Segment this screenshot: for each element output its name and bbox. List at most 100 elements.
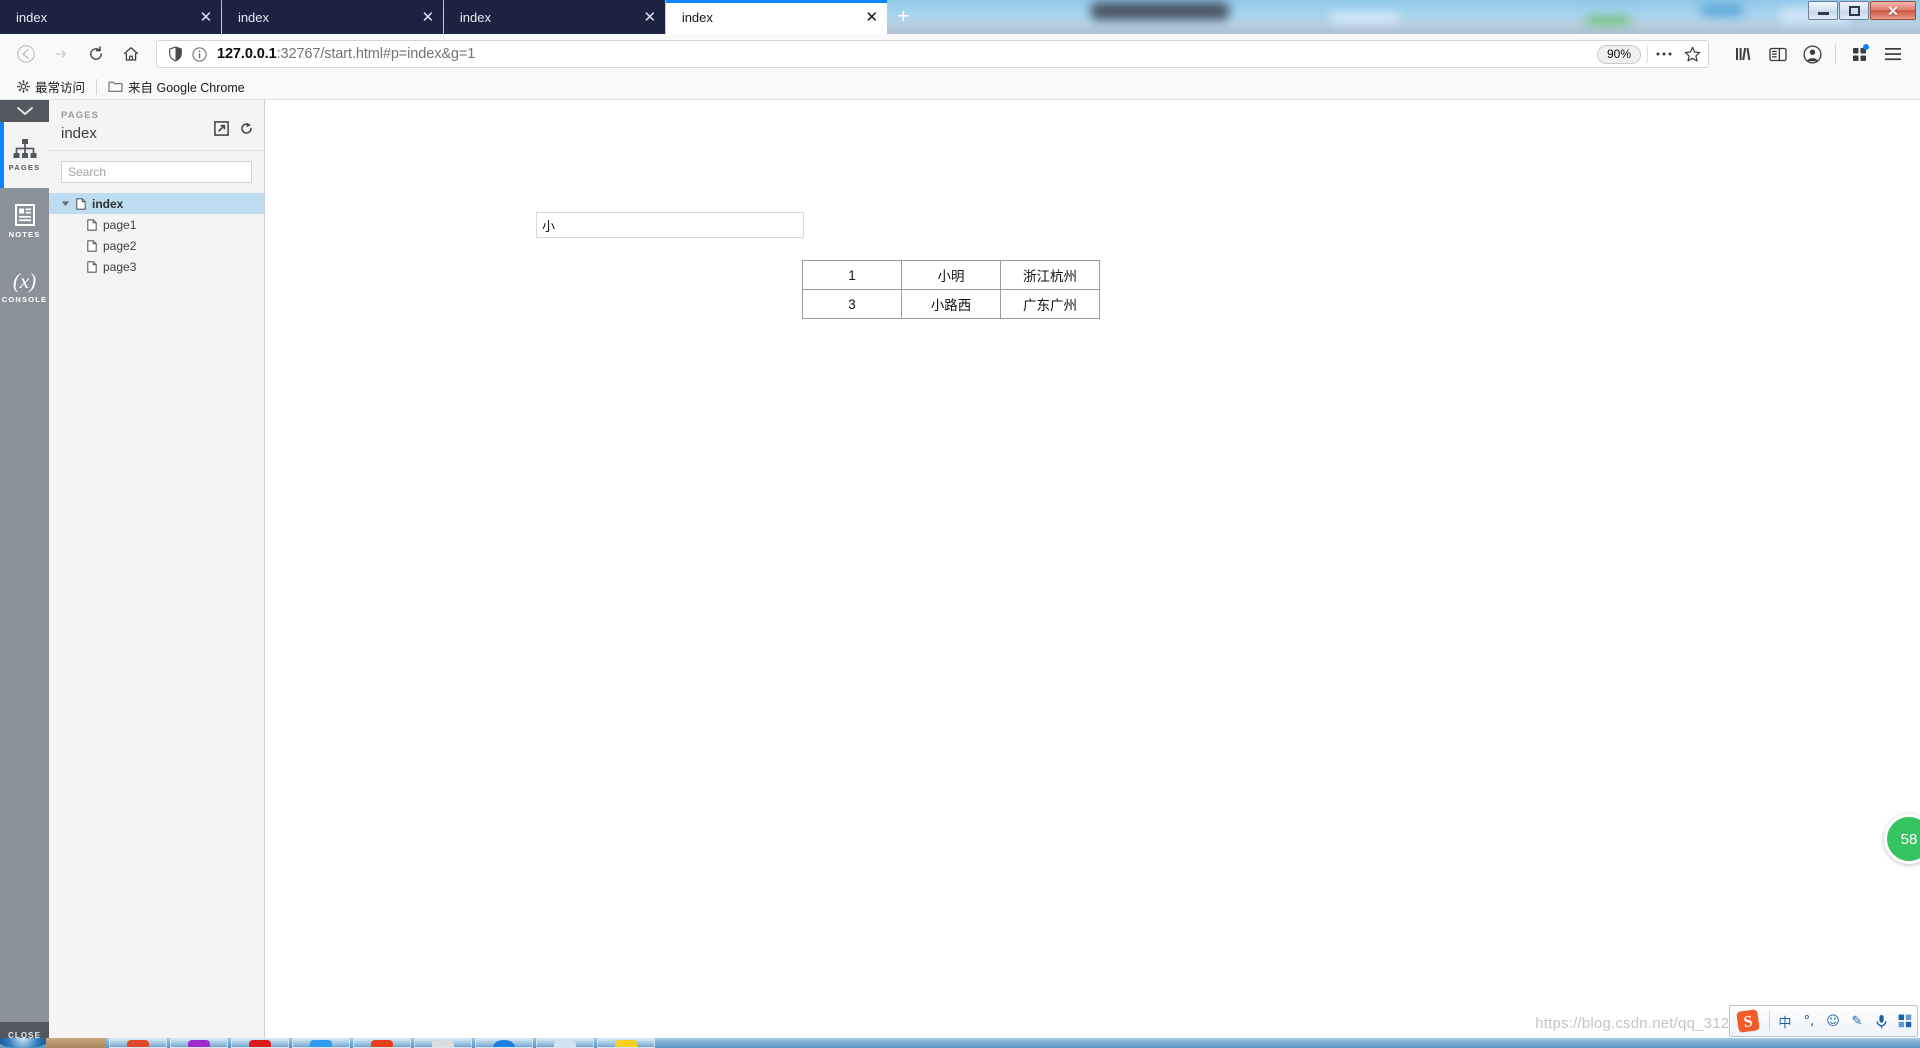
- browser-tab[interactable]: index ✕: [0, 0, 221, 34]
- cell-id: 1: [802, 260, 902, 290]
- tree-item-index[interactable]: index: [49, 193, 264, 214]
- ime-punctuation-toggle[interactable]: °,: [1797, 1008, 1821, 1034]
- zoom-level-badge[interactable]: 90%: [1596, 44, 1641, 64]
- tracking-protection-shield-icon[interactable]: [163, 41, 187, 67]
- window-close-button[interactable]: ✕: [1870, 1, 1916, 20]
- panel-header-actions: [214, 121, 254, 141]
- ime-voice-button[interactable]: [1869, 1008, 1893, 1034]
- tree-item-page2[interactable]: page2: [49, 235, 264, 256]
- ime-divider: [1769, 1011, 1770, 1031]
- forward-button[interactable]: [45, 39, 77, 69]
- taskbar-item[interactable]: [414, 1038, 472, 1048]
- taskbar-item[interactable]: [475, 1038, 533, 1048]
- taskbar-app-icon: [249, 1040, 271, 1047]
- start-button[interactable]: [0, 1038, 46, 1048]
- cell-address: 浙江杭州: [1000, 260, 1100, 290]
- pages-panel: PAGES index Search index page1 page2 pag…: [49, 100, 265, 1048]
- document-icon: [87, 260, 98, 273]
- library-icon: [1736, 47, 1751, 61]
- taskbar-item[interactable]: [597, 1038, 655, 1048]
- window-minimize-button[interactable]: [1808, 1, 1838, 20]
- tab-close-icon[interactable]: ✕: [413, 0, 443, 34]
- tab-close-icon[interactable]: ✕: [635, 0, 665, 34]
- url-text[interactable]: 127.0.0.1:32767/start.html#p=index&g=1: [211, 46, 1597, 62]
- back-arrow-icon: [17, 45, 35, 63]
- filter-text-input[interactable]: [536, 212, 804, 238]
- new-tab-button[interactable]: +: [887, 0, 920, 34]
- ellipsis-icon: [1656, 52, 1672, 56]
- taskbar-app-icon: [371, 1040, 393, 1047]
- quick-launch-area[interactable]: [46, 1038, 106, 1048]
- window-restore-button[interactable]: [1839, 1, 1869, 20]
- back-button[interactable]: [10, 39, 42, 69]
- open-external-icon[interactable]: [214, 121, 229, 141]
- minimize-icon: [1817, 12, 1829, 15]
- taskbar-item[interactable]: [536, 1038, 594, 1048]
- ime-language-toggle[interactable]: 中: [1773, 1008, 1797, 1034]
- window-controls: ✕: [1808, 1, 1916, 20]
- browser-tab[interactable]: index ✕: [443, 0, 665, 34]
- ime-emoji-button[interactable]: ☺: [1821, 1008, 1845, 1034]
- twisty-expanded-icon[interactable]: [59, 199, 71, 208]
- taskbar-app-icon: [188, 1040, 210, 1047]
- taskbar-item[interactable]: [353, 1038, 411, 1048]
- bookmark-most-visited[interactable]: 最常访问: [10, 75, 92, 98]
- sidebars-button[interactable]: [1761, 39, 1795, 69]
- url-bar[interactable]: 127.0.0.1:32767/start.html#p=index&g=1 9…: [156, 40, 1709, 68]
- refresh-icon[interactable]: [239, 121, 254, 141]
- bookmark-star-button[interactable]: [1678, 41, 1706, 67]
- data-table: 1 小明 浙江杭州 3 小路西 广东广州: [802, 260, 1100, 319]
- browser-tab-active[interactable]: index ✕: [665, 0, 887, 34]
- table-row[interactable]: 1 小明 浙江杭州: [802, 260, 1100, 290]
- bookmarks-toolbar: 最常访问 来自 Google Chrome: [0, 74, 1920, 100]
- taskbar-item[interactable]: [292, 1038, 350, 1048]
- library-button[interactable]: [1727, 39, 1761, 69]
- tree-item-label: page2: [103, 238, 137, 253]
- tree-item-label: page1: [103, 217, 137, 232]
- windows-taskbar: [0, 1038, 1920, 1048]
- star-icon: [1684, 46, 1700, 61]
- chevron-down-icon: [16, 107, 33, 115]
- rail-label: CONSOLE: [1, 294, 48, 304]
- ime-toolbox-button[interactable]: [1893, 1008, 1917, 1034]
- tab-close-icon[interactable]: ✕: [857, 0, 887, 34]
- microphone-icon: [1876, 1014, 1886, 1028]
- floating-count-badge[interactable]: 58: [1884, 814, 1920, 864]
- wallpaper-blob: [1330, 14, 1400, 22]
- rail-collapse-button[interactable]: [0, 100, 49, 122]
- search-input[interactable]: [61, 161, 252, 183]
- search-container: [49, 151, 264, 189]
- rail-item-pages[interactable]: PAGES: [0, 122, 49, 188]
- taskbar-app-icon: [127, 1040, 149, 1047]
- rail-item-console[interactable]: (x) CONSOLE: [0, 254, 49, 320]
- table-row[interactable]: 3 小路西 广东广州: [802, 289, 1100, 319]
- browser-tab[interactable]: index ✕: [221, 0, 443, 34]
- page-info-icon[interactable]: [187, 41, 211, 67]
- taskbar-item[interactable]: [170, 1038, 228, 1048]
- forward-arrow-icon: [55, 49, 67, 59]
- rail-item-notes[interactable]: NOTES: [0, 188, 49, 254]
- panel-kicker: PAGES: [61, 110, 100, 121]
- page-actions-button[interactable]: [1650, 41, 1678, 67]
- bookmark-label: 来自 Google Chrome: [128, 81, 245, 95]
- account-button[interactable]: [1795, 39, 1829, 69]
- app-menu-button[interactable]: [1876, 39, 1910, 69]
- extension-button[interactable]: [1842, 39, 1876, 69]
- content-area: PAGES NOTES (x) CONSOLE CLOSE PAGES inde…: [0, 100, 1920, 1048]
- tree-item-page1[interactable]: page1: [49, 214, 264, 235]
- bookmark-folder-from-chrome[interactable]: 来自 Google Chrome: [101, 75, 252, 98]
- tab-close-icon[interactable]: ✕: [191, 0, 221, 34]
- taskbar-item[interactable]: [231, 1038, 289, 1048]
- ime-toolbar: S 中 °, ☺ ✎: [1729, 1005, 1918, 1037]
- wallpaper-blob: [1090, 2, 1230, 20]
- reload-button[interactable]: [80, 39, 112, 69]
- home-icon: [123, 47, 139, 61]
- sidebar-panel-icon: [1769, 47, 1787, 61]
- tab-title: index: [681, 9, 713, 25]
- taskbar-item[interactable]: [109, 1038, 167, 1048]
- sogou-logo-icon[interactable]: S: [1733, 1008, 1763, 1034]
- tree-item-page3[interactable]: page3: [49, 256, 264, 277]
- ime-handwriting-button[interactable]: ✎: [1845, 1008, 1869, 1034]
- gear-icon: [17, 80, 30, 93]
- home-button[interactable]: [115, 39, 147, 69]
